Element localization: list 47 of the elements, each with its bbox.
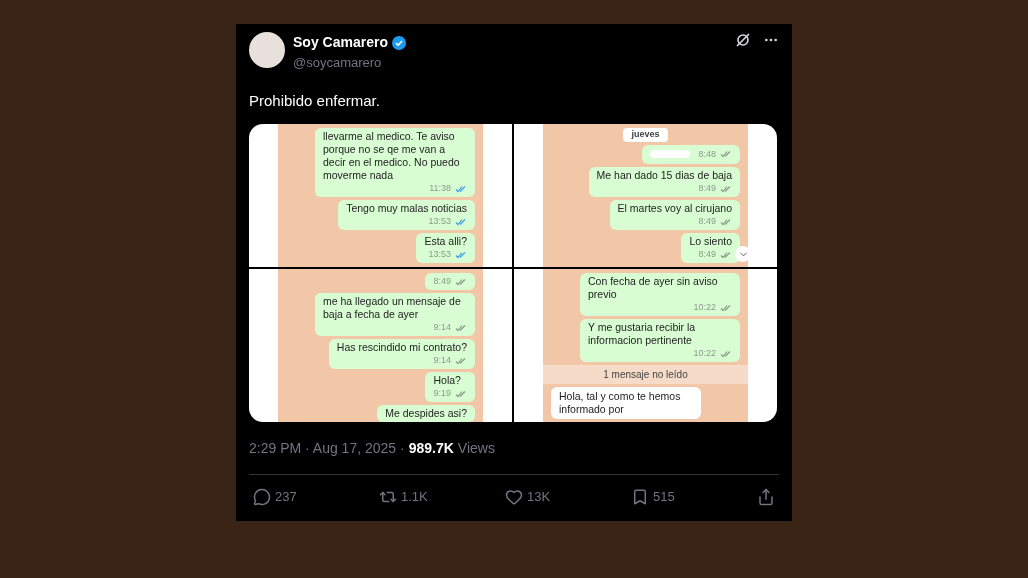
message-time: 10:22 (693, 301, 716, 314)
message-bubble: Hola, tal y como te hemos informado por (551, 387, 701, 419)
action-button[interactable] (757, 487, 775, 506)
action-button[interactable]: 1.1K (379, 487, 505, 507)
unread-banner: 1 mensaje no leído (543, 365, 748, 384)
message-bubble: Con fecha de ayer sin aviso previo 10:22 (580, 273, 740, 316)
message-time: 8:49 (698, 182, 716, 195)
tweet-text: Prohibido enfermar. (249, 90, 381, 111)
action-button[interactable]: 13K (505, 487, 631, 507)
message-time: 9:19 (433, 387, 451, 400)
message-bubble: Y me gustaria recibir la informacion pertinente 10:22 (580, 319, 740, 362)
views-label: Views (457, 439, 495, 458)
action-button[interactable]: 515 (631, 487, 757, 507)
tweet-timestamp[interactable]: 2:29 PM · Aug 17, 2025 · (249, 438, 405, 459)
message-time: 9:14 (433, 321, 451, 334)
message-bubble: Hola? 9:19 (425, 372, 475, 402)
message-bubble: Lo siento 8:49 (681, 233, 740, 263)
message-bubble: llevarme al medico. Te aviso porque no se qe me van a decir en el medico. No puedo moverme nada 11:38 (315, 128, 475, 197)
message-bubble: me ha llegado un mensaje de baja a fecha de ayer 9:14 (315, 293, 475, 336)
share-icon (757, 487, 775, 506)
action-button[interactable]: 237 (253, 487, 379, 507)
message-bubble: Esta alli? 13:53 (416, 233, 475, 263)
author-name[interactable]: Soy Camarero (293, 32, 388, 53)
message-bubble: Me han dado 15 dias de baja 8:49 (588, 167, 740, 197)
message-time: 8:49 (433, 275, 451, 288)
message-time: 9:14 (433, 354, 451, 367)
reply-icon (253, 487, 271, 506)
message-bubble: Has rescindido mi contrato? 9:14 (328, 339, 475, 369)
message-time: 11:38 (429, 182, 451, 195)
message-time: 13:53 (428, 215, 451, 228)
slashed-circle-icon[interactable] (735, 32, 751, 48)
author-handle[interactable]: @soycamarero (293, 53, 406, 73)
date-chip: jueves (623, 128, 668, 142)
message-bubble: Tengo muy malas noticias 13:53 (338, 200, 475, 230)
view-count: 989.7K (408, 439, 454, 458)
message-bubble: Me despides asi? (377, 405, 475, 422)
message-time: 13:53 (428, 248, 451, 261)
bookmark-icon (631, 487, 649, 506)
tweet-image[interactable] (249, 124, 777, 422)
redaction-mark (650, 150, 691, 159)
message-time: 8:49 (698, 248, 716, 261)
heart-icon (505, 487, 523, 506)
message-time: 8:49 (698, 215, 716, 228)
message-time: 8:48 (698, 147, 716, 161)
message-bubble: El martes voy al cirujano 8:49 (609, 200, 740, 230)
avatar (249, 32, 285, 68)
message-time: 10:22 (693, 347, 716, 360)
